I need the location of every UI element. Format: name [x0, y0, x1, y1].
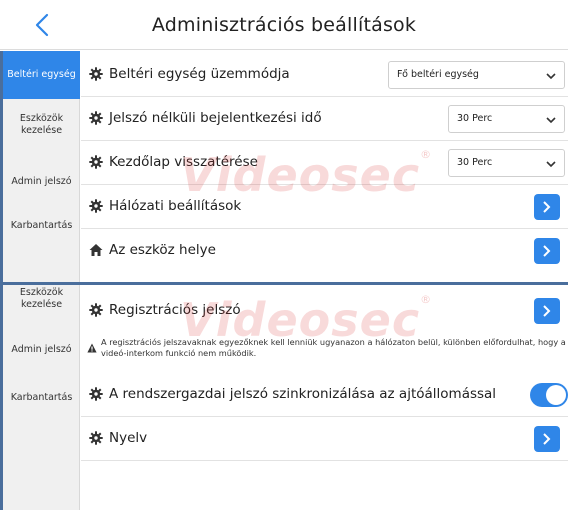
settings-row-registration-password[interactable]: Regisztrációs jelszó [81, 289, 568, 333]
select-value: 30 Perc [457, 113, 493, 124]
warning-icon [87, 343, 97, 353]
sidebar-item-admin-password[interactable]: Admin jelszó [3, 344, 80, 356]
sidebar-item-label: Eszközök kezelése [19, 113, 64, 136]
chevron-down-icon [546, 73, 556, 80]
row-label: Hálózati beállítások [109, 198, 242, 214]
sidebar-item-device-management[interactable]: Eszközök kezelése [3, 113, 80, 137]
toggle-knob [546, 385, 566, 405]
select-value: 30 Perc [457, 157, 493, 168]
gear-icon [89, 111, 103, 125]
header-bar: Adminisztrációs beállítások [0, 0, 568, 50]
row-label: Nyelv [109, 430, 148, 446]
settings-row-passwordless-login-time: Jelszó nélküli bejelentkezési idő 30 Per… [81, 97, 568, 141]
chevron-right-icon [543, 433, 551, 445]
settings-row-home-return: Kezdőlap visszatérése 30 Perc [81, 141, 568, 185]
gear-icon [89, 387, 103, 401]
top-screen-panel: Adminisztrációs beállítások Beltéri egys… [0, 0, 568, 285]
row-label: Regisztrációs jelszó [109, 302, 241, 318]
row-label: Beltéri egység üzemmódja [109, 66, 290, 82]
row-label: Jelszó nélküli bejelentkezési idő [109, 110, 322, 126]
sidebar-item-label: Admin jelszó [11, 176, 72, 187]
sidebar-item-admin-password[interactable]: Admin jelszó [3, 176, 80, 188]
sidebar-item-maintenance[interactable]: Karbantartás [3, 392, 80, 404]
row-label: Kezdőlap visszatérése [109, 154, 258, 170]
chevron-down-icon [546, 161, 556, 168]
gear-icon [89, 303, 103, 317]
sidebar-item-label: Beltéri egység [7, 69, 76, 80]
gear-icon [89, 199, 103, 213]
indoor-unit-mode-select[interactable]: Fő beltéri egység [388, 61, 565, 89]
sidebar: Eszközök kezelése Admin jelszó Karbantar… [0, 285, 80, 510]
page-title: Adminisztrációs beállítások [151, 14, 417, 36]
sidebar-item-label: Eszközök kezelése [19, 287, 64, 310]
registration-password-button[interactable] [534, 298, 560, 324]
gear-icon [89, 155, 103, 169]
chevron-down-icon [546, 117, 556, 124]
sidebar-item-device-management[interactable]: Eszközök kezelése [3, 287, 80, 311]
sidebar-item-label: Admin jelszó [11, 344, 72, 355]
language-button[interactable] [534, 426, 560, 452]
settings-row-indoor-unit-mode: Beltéri egység üzemmódja Fő beltéri egys… [81, 53, 568, 97]
chevron-right-icon [543, 201, 551, 213]
select-value: Fő beltéri egység [397, 69, 479, 80]
passwordless-login-time-select[interactable]: 30 Perc [448, 105, 565, 133]
warning-text: A regisztrációs jelszavaknak egyezőknek … [101, 337, 566, 358]
sidebar-item-label: Karbantartás [10, 220, 73, 231]
settings-row-device-location[interactable]: Az eszköz helye [81, 229, 568, 273]
chevron-right-icon [543, 305, 551, 317]
warning-note: A regisztrációs jelszavaknak egyezőknek … [81, 331, 568, 375]
network-settings-button[interactable] [534, 194, 560, 220]
home-return-select[interactable]: 30 Perc [448, 149, 565, 177]
sidebar-item-maintenance[interactable]: Karbantartás [3, 220, 80, 232]
sidebar-item-indoor-unit[interactable]: Beltéri egység [3, 51, 80, 99]
device-location-button[interactable] [534, 238, 560, 264]
bottom-screen-panel: Eszközök kezelése Admin jelszó Karbantar… [0, 285, 568, 510]
settings-row-network-settings[interactable]: Hálózati beállítások [81, 185, 568, 229]
chevron-right-icon [543, 245, 551, 257]
home-icon [89, 244, 103, 256]
settings-row-language[interactable]: Nyelv [81, 417, 568, 461]
settings-row-admin-password-sync: A rendszergazdai jelszó szinkronizálása … [81, 373, 568, 417]
gear-icon [89, 431, 103, 445]
row-label: Az eszköz helye [109, 242, 216, 258]
sidebar: Beltéri egység Eszközök kezelése Admin j… [0, 51, 80, 282]
row-label: A rendszergazdai jelszó szinkronizálása … [109, 386, 497, 402]
sidebar-item-label: Karbantartás [10, 392, 73, 403]
admin-password-sync-toggle[interactable] [530, 383, 568, 407]
gear-icon [89, 67, 103, 81]
